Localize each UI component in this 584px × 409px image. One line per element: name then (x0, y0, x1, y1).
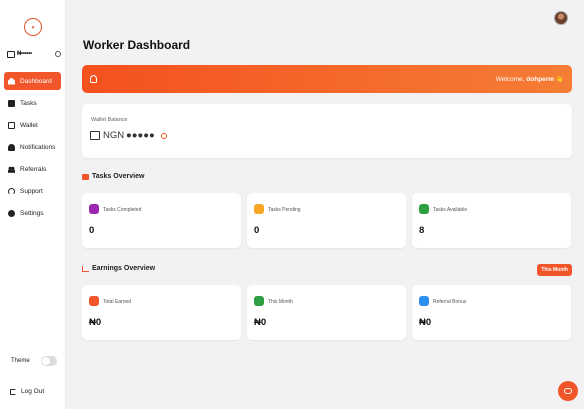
welcome-banner: Welcome, dohperm 👋 (82, 65, 572, 93)
sidebar-item-label: Settings (20, 209, 44, 217)
stat-value: 0 (254, 225, 260, 236)
wallet-balance-row: NGN ●●●●● (90, 130, 167, 141)
sidebar-item-label: Wallet (20, 121, 38, 129)
welcome-prefix: Welcome, (495, 76, 527, 83)
stat-card-tasks-pending: Tasks Pending 0 (247, 193, 406, 248)
sidebar-item-support[interactable]: Support (4, 182, 61, 200)
sidebar-item-label: Support (20, 187, 43, 195)
wallet-icon (8, 121, 15, 129)
tasks-icon (8, 99, 15, 107)
sidebar-item-referrals[interactable]: Referrals (4, 160, 61, 178)
calendar-icon (254, 296, 264, 306)
sidebar-item-settings[interactable]: Settings (4, 204, 61, 222)
sidebar-item-dashboard[interactable]: Dashboard (4, 72, 61, 90)
earnings-overview-heading: Earnings Overview (82, 265, 155, 272)
welcome-username: dohperm (526, 76, 555, 83)
sidebar-item-label: Dashboard (20, 77, 52, 85)
sidebar-item-label: Tasks (20, 99, 37, 107)
stat-value: ₦0 (419, 317, 432, 328)
logout-icon (10, 388, 16, 395)
logout-label: Log Out (21, 388, 45, 395)
briefcase-icon (82, 173, 89, 180)
eye-icon[interactable] (55, 51, 61, 57)
stat-label: Tasks Completed (103, 207, 142, 213)
stat-label: Referral Bonus (433, 299, 467, 305)
sidebar-balance-value: ₦•••••• (17, 51, 32, 57)
stat-card-referral-bonus: Referral Bonus ₦0 (412, 285, 571, 340)
check-icon (89, 204, 99, 214)
stat-card-total-earned: Total Earned ₦0 (82, 285, 241, 340)
theme-row: Theme (11, 356, 57, 366)
sidebar-balance: ₦•••••• (7, 49, 61, 59)
clock-icon (254, 204, 264, 214)
wallet-balance-value: NGN ●●●●● (103, 130, 155, 141)
theme-label: Theme (11, 358, 30, 364)
wallet-icon (90, 131, 100, 140)
sidebar-item-notifications[interactable]: Notifications (4, 138, 61, 156)
money-icon (89, 296, 99, 306)
chart-icon (82, 265, 89, 272)
sidebar-nav: Dashboard Tasks Wallet Notifications Ref… (4, 72, 61, 226)
tasks-overview-title: Tasks Overview (92, 173, 145, 180)
stat-value: ₦0 (254, 317, 267, 328)
stat-card-this-month: This Month ₦0 (247, 285, 406, 340)
chat-button[interactable] (558, 381, 578, 401)
wave-emoji: 👋 (555, 76, 564, 83)
stat-label: Total Earned (103, 299, 132, 305)
bell-icon (8, 143, 15, 151)
theme-toggle[interactable] (41, 356, 57, 366)
sidebar-item-label: Notifications (20, 143, 56, 151)
stat-value: ₦0 (89, 317, 102, 328)
users-icon (8, 165, 15, 173)
tasks-overview-heading: Tasks Overview (82, 173, 144, 180)
avatar[interactable] (554, 11, 568, 25)
earnings-overview-title: Earnings Overview (92, 265, 156, 272)
wallet-balance-card: Wallet Balance NGN ●●●●● (82, 104, 572, 158)
wallet-icon (7, 50, 15, 58)
logout-button[interactable]: Log Out (10, 388, 44, 395)
stat-label: This Month (268, 299, 293, 305)
stat-card-tasks-completed: Tasks Completed 0 (82, 193, 241, 248)
users-icon (419, 296, 429, 306)
stat-label: Tasks Available (433, 207, 468, 213)
sidebar-item-wallet[interactable]: Wallet (4, 116, 61, 134)
sidebar: ◉ ₦•••••• Dashboard Tasks Wallet Notific… (0, 0, 66, 409)
stat-label: Tasks Pending (268, 207, 301, 213)
support-icon (8, 187, 15, 195)
stat-value: 0 (89, 225, 95, 236)
welcome-text: Welcome, dohperm 👋 (496, 75, 564, 83)
page-title: Worker Dashboard (83, 38, 191, 52)
sidebar-item-label: Referrals (20, 165, 47, 173)
stat-value: 8 (419, 225, 425, 236)
bell-icon[interactable] (90, 75, 97, 83)
home-icon (8, 77, 15, 85)
wallet-balance-label: Wallet Balance (91, 117, 128, 123)
stat-card-tasks-available: Tasks Available 8 (412, 193, 571, 248)
target-icon (419, 204, 429, 214)
this-month-badge[interactable]: This Month (537, 264, 572, 276)
main-content: Worker Dashboard Welcome, dohperm 👋 Wall… (66, 0, 584, 409)
brand-logo[interactable]: ◉ (24, 18, 42, 36)
sidebar-item-tasks[interactable]: Tasks (4, 94, 61, 112)
gear-icon (8, 209, 15, 217)
eye-icon[interactable] (160, 132, 167, 139)
chat-icon (564, 388, 572, 394)
